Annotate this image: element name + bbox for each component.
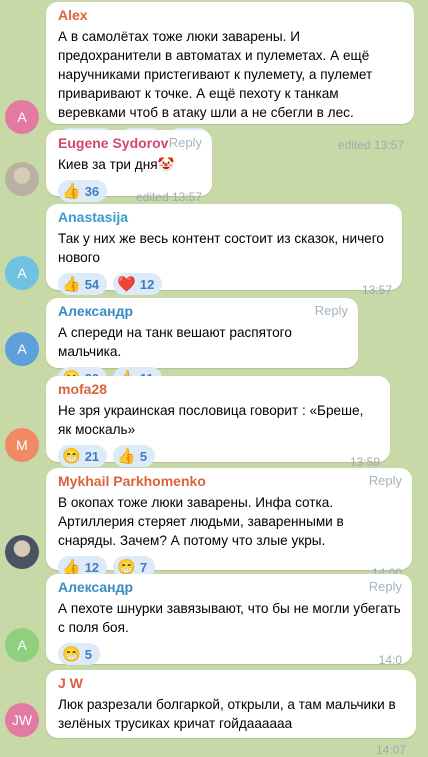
reaction-emoji-icon: 👍: [62, 558, 81, 576]
author-name[interactable]: Alex: [58, 7, 88, 23]
reaction-chip[interactable]: ❤️ 12: [113, 273, 163, 295]
reaction-emoji-icon: 😁: [62, 645, 81, 663]
message-header: mofa28: [58, 381, 380, 399]
message-header: Eugene Sydorov Reply: [58, 135, 202, 153]
message-bubble[interactable]: Mykhail Parkhomenko Reply В окопах тоже лю…: [46, 468, 412, 580]
avatar[interactable]: JW: [5, 703, 39, 737]
message-bubble[interactable]: mofa28 Не зря украинская пословица говори…: [46, 376, 390, 469]
author-name[interactable]: Александр: [58, 579, 133, 595]
message-bubble[interactable]: Alex А в самолётах тоже люки заварены. И …: [46, 2, 414, 152]
reaction-emoji-icon: 👍: [62, 182, 81, 200]
reaction-emoji-icon: 😁: [62, 447, 81, 465]
reaction-list: 😁 21 👍 5: [58, 445, 380, 467]
author-name[interactable]: Александр: [58, 303, 133, 319]
reaction-count: 54: [84, 276, 100, 292]
reaction-emoji-icon: 👍: [117, 447, 136, 465]
reaction-list: 👍 54 ❤️ 12: [58, 273, 392, 295]
reaction-count: 5: [139, 448, 148, 464]
message-footer: 😁 5 14:0: [58, 643, 402, 667]
message-header: Александр Reply: [58, 579, 402, 597]
reaction-count: 21: [84, 448, 100, 464]
message-header: Anastasija: [58, 209, 392, 227]
message-bubble[interactable]: Anastasija Так у них же весь контент сост…: [46, 204, 402, 297]
reply-button[interactable]: Reply: [315, 303, 348, 318]
author-name[interactable]: Mykhail Parkhomenko: [58, 473, 206, 489]
reaction-count: 12: [139, 276, 155, 292]
message-text: А пехоте шнурки завязывают, что бы не мо…: [58, 601, 405, 635]
avatar[interactable]: [5, 162, 39, 196]
message-bubble[interactable]: J W Люк разрезали болгаркой, открыли, а т…: [46, 670, 416, 757]
message-header: J W: [58, 675, 406, 693]
avatar[interactable]: A: [5, 628, 39, 662]
reaction-emoji-icon: 👍: [62, 275, 81, 293]
reaction-count: 5: [84, 646, 92, 662]
author-name[interactable]: Eugene Sydorov: [58, 135, 168, 151]
author-name[interactable]: mofa28: [58, 381, 107, 397]
message-text: А спереди на танк вешают распятого мальч…: [58, 325, 296, 359]
reaction-count: 12: [84, 559, 100, 575]
chat-area: A Alex А в самолётах тоже люки заварены. И…: [0, 0, 428, 757]
reply-button[interactable]: Reply: [169, 135, 202, 150]
reaction-list: 😁 5: [58, 643, 402, 665]
reaction-emoji-icon: ❤️: [117, 275, 136, 293]
reply-button[interactable]: Reply: [369, 473, 402, 488]
reaction-count: 7: [139, 559, 148, 575]
avatar[interactable]: A: [5, 256, 39, 290]
message-timestamp: 13:59: [349, 455, 380, 469]
reaction-chip[interactable]: 😁 5: [58, 643, 100, 665]
reaction-chip[interactable]: 👍 54: [58, 273, 108, 295]
message-text: А в самолётах тоже люки заварены. И пред…: [58, 29, 377, 120]
message-bubble[interactable]: Александр Reply А спереди на танк вешают р…: [46, 298, 358, 391]
author-name[interactable]: J W: [58, 675, 83, 691]
author-name[interactable]: Anastasija: [58, 209, 128, 225]
message-timestamp: edited 13:57: [337, 138, 404, 152]
avatar[interactable]: [5, 535, 39, 569]
message-footer: 👍 36 edited 13:57: [58, 180, 202, 204]
message-timestamp: 14:07: [375, 743, 406, 757]
avatar[interactable]: A: [5, 100, 39, 134]
message-footer: 👍 54 ❤️ 12 13:57: [58, 273, 392, 297]
message-text: В окопах тоже люки заварены. Инфа сотка.…: [58, 495, 348, 548]
avatar[interactable]: M: [5, 428, 39, 462]
message-text: Так у них же весь контент состоит из ска…: [58, 231, 388, 265]
message-text: Люк разрезали болгаркой, открыли, а там …: [58, 697, 400, 731]
message-timestamp: 14:0: [378, 653, 402, 667]
message-footer: 😁 21 👍 5 13:59: [58, 445, 380, 469]
message-header: Mykhail Parkhomenko Reply: [58, 473, 402, 491]
message-text: Не зря украинская пословица говорит : «Б…: [58, 403, 368, 437]
reaction-chip[interactable]: 👍5: [113, 445, 156, 467]
avatar[interactable]: A: [5, 332, 39, 366]
reaction-chip[interactable]: 👍 36: [58, 180, 108, 202]
message-header: Alex: [58, 7, 404, 25]
message-bubble[interactable]: Eugene Sydorov Reply Киев за три дня🤡 👍 36 ed…: [46, 130, 212, 204]
reply-button[interactable]: Reply: [369, 579, 402, 594]
reaction-emoji-icon: 😁: [117, 558, 136, 576]
message-bubble[interactable]: Александр Reply А пехоте шнурки завязывают…: [46, 574, 412, 667]
message-timestamp: edited 13:57: [135, 190, 202, 204]
message-header: Александр Reply: [58, 303, 348, 321]
reaction-count: 36: [84, 183, 100, 199]
message-timestamp: 13:57: [361, 283, 392, 297]
reaction-chip[interactable]: 😁 21: [58, 445, 108, 467]
message-text: Киев за три дня🤡: [58, 157, 175, 172]
